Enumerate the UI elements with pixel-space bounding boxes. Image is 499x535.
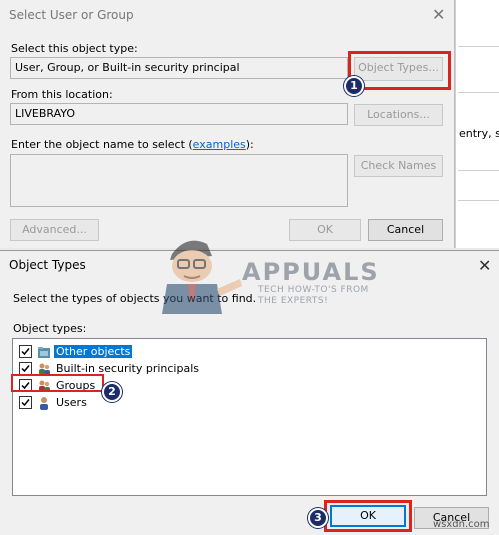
object-name-textarea[interactable] [10,154,348,207]
object-types-button[interactable]: Object Types... [354,57,443,81]
list-item-label: Users [56,396,87,409]
list-item-builtin-principals[interactable]: Built-in security principals [19,360,479,377]
step-1-badge: 1 [344,76,364,96]
list-item-users[interactable]: Users [19,394,479,411]
list-item-label: Groups [56,379,96,392]
divider [458,46,499,47]
checkbox[interactable] [19,379,32,392]
close-icon[interactable]: ✕ [432,7,445,23]
locations-button[interactable]: Locations... [354,104,443,126]
close-icon[interactable]: ✕ [478,258,491,274]
watermark-tagline: TECH HOW-TO'S FROM THE EXPERTS! [258,285,369,307]
folder-icon [37,345,51,359]
object-type-field: User, Group, or Built-in security princi… [10,57,348,79]
background-window [455,0,499,248]
location-field: LIVEBRAYO [10,103,348,125]
object-types-label: Object types: [13,322,87,335]
bg-ok-button[interactable]: OK [289,219,361,241]
site-label: wsxdn.com [433,519,490,530]
object-types-title: Object Types [9,258,86,272]
checkbox[interactable] [19,345,32,358]
enter-name-label-suffix: ): [245,138,254,151]
object-type-label: Select this object type: [11,42,138,55]
list-item-label: Built-in security principals [56,362,199,375]
group-icon [37,379,51,393]
divider [458,92,499,93]
checkbox[interactable] [19,362,32,375]
bg-cancel-button[interactable]: Cancel [368,219,443,241]
check-names-button[interactable]: Check Names [354,155,443,177]
watermark-tagline-line2: THE EXPERTS! [258,296,329,306]
divider [458,200,499,201]
list-item-other-objects[interactable]: Other objects [19,343,479,360]
location-label: From this location: [11,88,113,101]
examples-link[interactable]: examples [193,138,246,151]
step-2-badge: 2 [102,382,122,402]
enter-name-label-prefix: Enter the object name to select ( [11,138,193,151]
mascot-logo [152,234,247,314]
group-icon [37,362,51,376]
object-types-list[interactable]: Other objects Built-in security principa… [12,338,487,496]
dialog-title: Select User or Group [9,8,134,22]
user-icon [37,396,51,410]
watermark-brand: APPUALS [242,258,380,286]
advanced-button[interactable]: Advanced... [10,219,99,241]
list-item-label: Other objects [54,345,133,358]
step-3-badge: 3 [308,508,328,528]
enter-name-label: Enter the object name to select (example… [11,138,254,151]
checkbox[interactable] [19,396,32,409]
divider [458,170,499,171]
background-partial-text: entry, se [459,127,499,140]
ok-button[interactable]: OK [330,505,406,527]
watermark-tagline-line1: TECH HOW-TO'S FROM [258,285,369,295]
list-item-groups[interactable]: Groups [19,377,479,394]
